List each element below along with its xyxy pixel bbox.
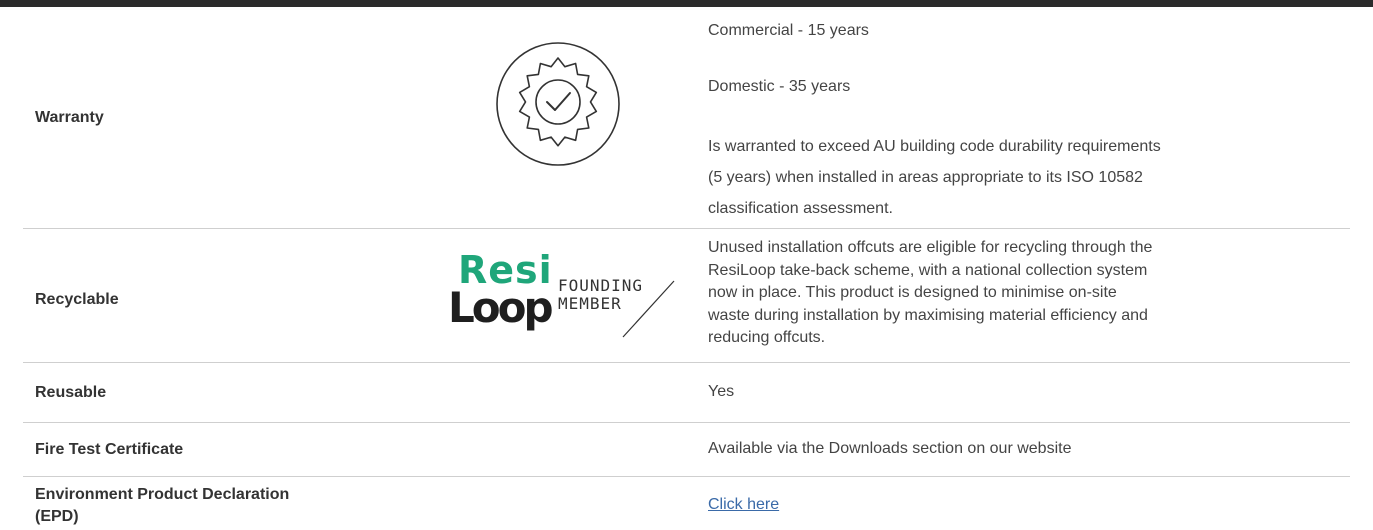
logo-caption-founding: FOUNDING xyxy=(558,276,644,295)
divider xyxy=(23,228,1350,229)
reusable-label: Reusable xyxy=(35,384,107,401)
epd-link-cell: Click here xyxy=(708,493,1328,517)
recyclable-label: Recyclable xyxy=(35,291,119,308)
epd-label: Environment Product Declaration (EPD) xyxy=(35,484,289,528)
warranty-note-line: Is warranted to exceed AU building code … xyxy=(708,138,1161,155)
divider xyxy=(23,362,1350,363)
epd-label-line: (EPD) xyxy=(35,508,79,525)
check-seal-icon xyxy=(496,42,620,166)
fire-value: Available via the Downloads section on o… xyxy=(708,440,1072,457)
top-bar xyxy=(0,0,1373,7)
epd-label-line: Environment Product Declaration xyxy=(35,486,290,503)
warranty-label: Warranty xyxy=(35,109,104,126)
fire-label: Fire Test Certificate xyxy=(35,441,184,458)
warranty-domestic: Domestic - 35 years xyxy=(708,78,851,95)
recyclable-text-line: now in place. This product is designed t… xyxy=(708,284,1117,301)
recyclable-text-line: reducing offcuts. xyxy=(708,329,826,346)
resiloop-logo: Resi Loop FOUNDING MEMBER xyxy=(448,245,678,341)
divider xyxy=(23,476,1350,477)
recyclable-text-line: waste during installation by maximising … xyxy=(708,306,1148,324)
recyclable-text-line: ResiLoop take-back scheme, with a nation… xyxy=(708,261,1148,279)
divider xyxy=(23,422,1350,423)
warranty-note-line: (5 years) when installed in areas approp… xyxy=(708,169,1143,186)
logo-word-loop: Loop xyxy=(448,283,552,332)
epd-click-here-link[interactable]: Click here xyxy=(708,496,779,513)
recyclable-text: Unused installation offcuts are eligible… xyxy=(708,237,1328,350)
logo-caption-member: MEMBER xyxy=(558,294,622,313)
warranty-note: Is warranted to exceed AU building code … xyxy=(708,131,1328,224)
recyclable-text-line: Unused installation offcuts are eligible… xyxy=(708,239,1153,256)
warranty-note-line: classification assessment. xyxy=(708,200,893,217)
reusable-value: Yes xyxy=(708,383,735,400)
warranty-commercial: Commercial - 15 years xyxy=(708,22,869,39)
